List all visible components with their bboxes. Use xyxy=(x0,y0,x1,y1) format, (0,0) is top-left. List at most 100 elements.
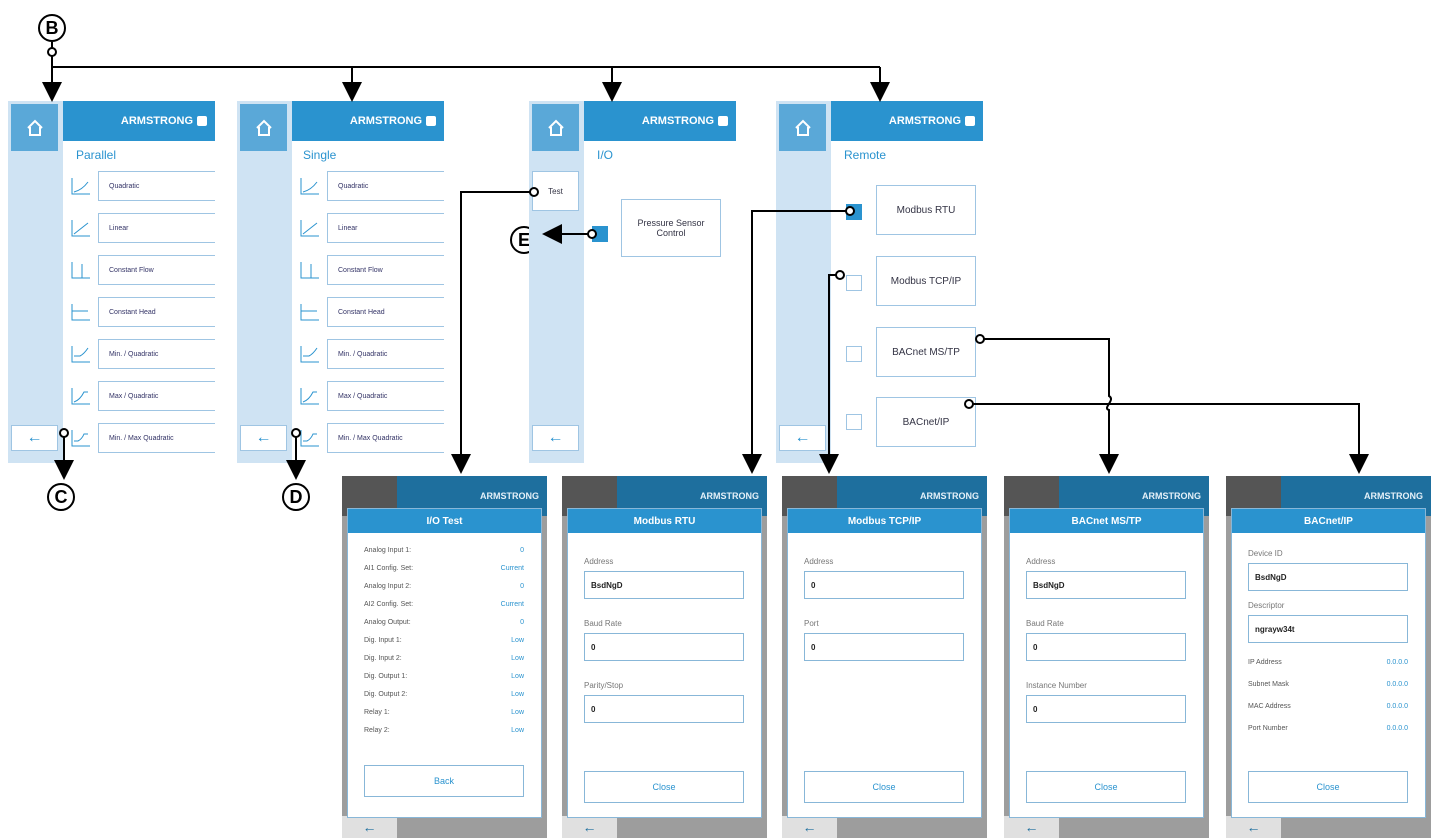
home-button[interactable] xyxy=(11,104,58,151)
descriptor-field[interactable]: ngrayw34t xyxy=(1248,615,1408,643)
mode-button[interactable]: Constant Flow xyxy=(327,255,444,285)
mode-button[interactable]: Linear xyxy=(98,213,215,243)
io-row: Dig. Input 1: Low xyxy=(364,637,524,644)
mode-row[interactable]: Max / Quadratic xyxy=(299,381,444,411)
back-button[interactable]: ← xyxy=(240,425,287,451)
brand-mark-icon xyxy=(426,116,436,126)
mode-button[interactable]: Quadratic xyxy=(327,171,444,201)
back-button[interactable]: ← xyxy=(342,816,397,838)
mode-button[interactable]: Min. / Max Quadratic xyxy=(327,423,444,453)
io-row-label: Dig. Output 1: xyxy=(364,673,408,680)
modbus-rtu-button[interactable]: Modbus RTU xyxy=(876,185,976,235)
mode-row[interactable]: Min. / Max Quadratic xyxy=(299,423,444,453)
address-field[interactable]: BsdNgD xyxy=(584,571,744,599)
mode-row[interactable]: Linear xyxy=(70,213,215,243)
quadratic-curve-icon xyxy=(300,178,319,195)
address-field[interactable]: BsdNgD xyxy=(1026,571,1186,599)
back-button[interactable]: ← xyxy=(1226,816,1281,838)
info-row: IP Address 0.0.0.0 xyxy=(1248,659,1408,666)
info-label: IP Address xyxy=(1248,659,1282,666)
home-button[interactable] xyxy=(779,104,826,151)
mode-button[interactable]: Min. / Max Quadratic xyxy=(98,423,215,453)
modbus-rtu-checkbox[interactable] xyxy=(846,204,862,220)
mode-button[interactable]: Quadratic xyxy=(98,171,215,201)
home-button[interactable] xyxy=(240,104,287,151)
mode-button[interactable]: Min. / Quadratic xyxy=(327,339,444,369)
io-row: AI1 Config. Set: Current xyxy=(364,565,524,572)
instance-number-field[interactable]: 0 xyxy=(1026,695,1186,723)
mode-button[interactable]: Constant Flow xyxy=(98,255,215,285)
bacnet-mstp-screen: ARMSTRONG ← BACnet MS/TP Address BsdNgD … xyxy=(1004,476,1209,838)
io-row-label: Analog Input 2: xyxy=(364,583,412,590)
mode-row[interactable]: Constant Head xyxy=(299,297,444,327)
parity-stop-field[interactable]: 0 xyxy=(584,695,744,723)
bacnet-mstp-checkbox[interactable] xyxy=(846,346,862,362)
brand-header: ARMSTRONG xyxy=(292,101,444,141)
info-value: 0.0.0.0 xyxy=(1386,703,1408,710)
sensor-control-checkbox[interactable] xyxy=(592,226,608,242)
brand-logo: ARMSTRONG xyxy=(480,491,539,501)
address-field[interactable]: 0 xyxy=(804,571,964,599)
info-value: 0.0.0.0 xyxy=(1386,681,1408,688)
dialog-title: I/O Test xyxy=(348,509,541,533)
back-button[interactable]: ← xyxy=(11,425,58,451)
back-button[interactable]: ← xyxy=(779,425,826,451)
back-button[interactable]: ← xyxy=(532,425,579,451)
mode-row[interactable]: Max / Quadratic xyxy=(70,381,215,411)
baud-rate-field[interactable]: 0 xyxy=(1026,633,1186,661)
io-row: Dig. Output 2: Low xyxy=(364,691,524,698)
brand-logo: ARMSTRONG xyxy=(888,115,961,127)
mode-button[interactable]: Linear xyxy=(327,213,444,243)
close-button[interactable]: Close xyxy=(804,771,964,803)
mode-button[interactable]: Constant Head xyxy=(98,297,215,327)
brand-logo: ARMSTRONG xyxy=(1364,491,1423,501)
field-label: Baud Rate xyxy=(1026,619,1064,628)
home-icon xyxy=(26,119,43,136)
home-button[interactable] xyxy=(532,104,579,151)
mode-row[interactable]: Linear xyxy=(299,213,444,243)
bacnet-mstp-button[interactable]: BACnet MS/TP xyxy=(876,327,976,377)
io-row-value: 0 xyxy=(520,583,524,590)
back-dialog-button[interactable]: Back xyxy=(364,765,524,797)
mode-row[interactable]: Constant Flow xyxy=(299,255,444,285)
close-button[interactable]: Close xyxy=(584,771,744,803)
io-row-label: Analog Input 1: xyxy=(364,547,412,554)
mode-button[interactable]: Constant Head xyxy=(327,297,444,327)
mode-row[interactable]: Quadratic xyxy=(70,171,215,201)
mode-button[interactable]: Min. / Quadratic xyxy=(98,339,215,369)
screen-single: ARMSTRONG Single Quadratic Linear Consta… xyxy=(237,101,444,463)
io-row: Relay 2: Low xyxy=(364,727,524,734)
back-button[interactable]: ← xyxy=(1004,816,1059,838)
mode-row[interactable]: Min. / Max Quadratic xyxy=(70,423,215,453)
modbus-tcp-checkbox[interactable] xyxy=(846,275,862,291)
io-row-label: Dig. Output 2: xyxy=(364,691,408,698)
pressure-sensor-control-button[interactable]: Pressure Sensor Control xyxy=(621,199,721,257)
device-id-field[interactable]: BsdNgD xyxy=(1248,563,1408,591)
io-row: Dig. Input 2: Low xyxy=(364,655,524,662)
mode-row[interactable]: Quadratic xyxy=(299,171,444,201)
back-button[interactable]: ← xyxy=(562,816,617,838)
test-button[interactable]: Test xyxy=(532,171,579,211)
back-button[interactable]: ← xyxy=(782,816,837,838)
mode-row[interactable]: Constant Flow xyxy=(70,255,215,285)
close-button[interactable]: Close xyxy=(1248,771,1408,803)
brand-logo: ARMSTRONG xyxy=(120,115,193,127)
min-quadratic-icon xyxy=(71,346,90,363)
close-button[interactable]: Close xyxy=(1026,771,1186,803)
info-value: 0.0.0.0 xyxy=(1386,725,1408,732)
max-quadratic-icon xyxy=(71,388,90,405)
bacnet-ip-button[interactable]: BACnet/IP xyxy=(876,397,976,447)
bacnet-ip-checkbox[interactable] xyxy=(846,414,862,430)
bacnet-ip-dialog: BACnet/IP Device ID BsdNgD Descriptor ng… xyxy=(1231,508,1426,818)
port-field[interactable]: 0 xyxy=(804,633,964,661)
side-rail xyxy=(776,101,831,463)
mode-row[interactable]: Min. / Quadratic xyxy=(299,339,444,369)
mode-button[interactable]: Max / Quadratic xyxy=(327,381,444,411)
mode-row[interactable]: Min. / Quadratic xyxy=(70,339,215,369)
io-row-value: 0 xyxy=(520,619,524,626)
mode-button[interactable]: Max / Quadratic xyxy=(98,381,215,411)
modbus-tcp-button[interactable]: Modbus TCP/IP xyxy=(876,256,976,306)
mode-row[interactable]: Constant Head xyxy=(70,297,215,327)
field-label: Address xyxy=(804,557,834,566)
baud-rate-field[interactable]: 0 xyxy=(584,633,744,661)
